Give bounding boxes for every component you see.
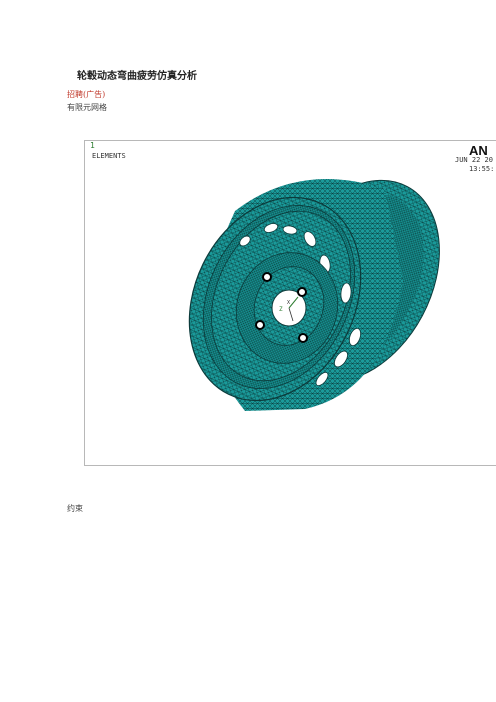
fea-mesh-figure: 1 ELEMENTS AN JUN 22 20 13:55: Z X [84,140,496,466]
axis-x-label: X [287,300,290,306]
date-stamp: JUN 22 20 [455,156,493,164]
plot-label: ELEMENTS [92,152,126,160]
ad-link[interactable]: 招聘(广告) [67,89,105,100]
wheel-mesh-image: 1 ELEMENTS AN JUN 22 20 13:55: Z X [90,141,494,411]
axis-z-label: Z [279,306,283,313]
page-title: 轮毂动态弯曲疲劳仿真分析 [77,71,197,82]
window-number: 1 [90,141,95,150]
time-stamp: 13:55: [469,165,494,173]
section-label-mesh: 有限元网格 [67,103,107,112]
section-label-constraint: 约束 [67,504,83,513]
